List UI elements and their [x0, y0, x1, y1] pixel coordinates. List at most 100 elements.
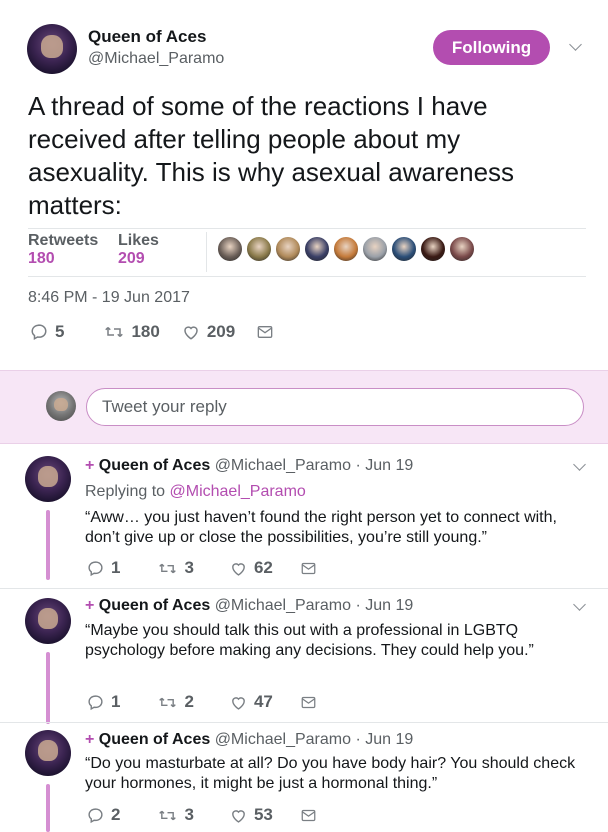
reply-author-name[interactable]: Queen of Aces — [99, 457, 210, 474]
reply-author-avatar[interactable] — [25, 730, 71, 776]
reply-button[interactable]: 2 — [87, 805, 120, 825]
tweet-timestamp[interactable]: 8:46 PM - 19 Jun 2017 — [28, 289, 190, 307]
heart-icon — [232, 696, 245, 710]
author-handle[interactable]: @Michael_Paramo — [88, 50, 224, 68]
reply-author-handle[interactable]: @Michael_Paramo — [215, 457, 351, 474]
like-button[interactable]: 53 — [230, 805, 273, 825]
reply-date[interactable]: · Jun 19 — [355, 597, 413, 614]
author-name[interactable]: Queen of Aces — [88, 27, 206, 47]
retweets-stat[interactable]: Retweets 180 — [28, 232, 98, 268]
reply-text: “Do you masturbate at all? Do you have b… — [85, 755, 576, 792]
retweet-count: 2 — [184, 692, 194, 711]
thread-line — [46, 784, 50, 832]
divider — [28, 276, 586, 277]
reply-author-avatar[interactable] — [25, 456, 71, 502]
reply-text: “Maybe you should talk this out with a p… — [85, 622, 534, 659]
like-button[interactable]: 47 — [230, 692, 273, 712]
likers-avatars — [217, 236, 478, 266]
thread-plus-icon: + — [85, 457, 95, 474]
retweet-count: 3 — [184, 558, 194, 577]
current-user-avatar — [46, 391, 76, 421]
message-icon — [257, 326, 273, 338]
reply-input[interactable] — [86, 388, 584, 426]
retweet-icon — [159, 563, 177, 573]
reply-author-name[interactable]: Queen of Aces — [99, 731, 210, 748]
thread-plus-icon: + — [85, 731, 95, 748]
reply-author-name[interactable]: Queen of Aces — [99, 597, 210, 614]
chevron-down-icon[interactable] — [569, 38, 582, 51]
reply-author-handle[interactable]: @Michael_Paramo — [215, 597, 351, 614]
liker-avatar[interactable] — [246, 236, 272, 262]
divider — [0, 588, 608, 589]
retweet-button[interactable]: 3 — [158, 805, 194, 825]
reply-button[interactable]: 5 — [30, 322, 64, 342]
thread-plus-icon: + — [85, 597, 95, 614]
thread-line — [46, 652, 50, 724]
reply-icon — [88, 694, 103, 710]
retweets-count: 180 — [28, 250, 55, 267]
reply-icon — [88, 560, 103, 576]
heart-icon — [184, 326, 198, 340]
stats-separator — [206, 232, 207, 272]
tweet-actions: 5 180 209 — [30, 322, 273, 342]
reply-author-avatar[interactable] — [25, 598, 71, 644]
retweet-icon — [159, 810, 177, 820]
retweet-icon — [105, 326, 124, 338]
message-icon — [301, 562, 316, 574]
liker-avatar[interactable] — [391, 236, 417, 262]
liker-avatar[interactable] — [420, 236, 446, 262]
message-button[interactable] — [301, 562, 316, 575]
divider — [28, 228, 586, 229]
liker-avatar[interactable] — [304, 236, 330, 262]
liker-avatar[interactable] — [275, 236, 301, 262]
reply-icon — [88, 807, 103, 823]
reply-date[interactable]: · Jun 19 — [355, 731, 413, 748]
reply-author-handle[interactable]: @Michael_Paramo — [215, 731, 351, 748]
retweet-count: 3 — [184, 805, 194, 824]
message-icon — [301, 696, 316, 708]
liker-avatar[interactable] — [333, 236, 359, 262]
message-icon — [301, 809, 316, 821]
retweet-button[interactable]: 3 — [158, 558, 194, 578]
reply-date[interactable]: · Jun 19 — [355, 457, 413, 474]
chevron-down-icon[interactable] — [573, 598, 586, 611]
reply-count: 5 — [55, 322, 65, 341]
like-count: 47 — [253, 692, 273, 711]
reply-button[interactable]: 1 — [87, 692, 120, 712]
replying-to-link[interactable]: @Michael_Paramo — [170, 483, 306, 500]
reply-icon — [31, 324, 47, 341]
like-button[interactable]: 209 — [182, 322, 235, 342]
author-avatar[interactable] — [27, 24, 77, 74]
message-button[interactable] — [257, 325, 273, 339]
retweet-button[interactable]: 180 — [104, 322, 160, 342]
retweet-button[interactable]: 2 — [158, 692, 194, 712]
divider — [0, 722, 608, 723]
reply-header: + Queen of Aces @Michael_Paramo · Jun 19 — [85, 597, 413, 615]
replying-to-label: Replying to — [85, 483, 166, 500]
reply-count: 1 — [111, 558, 121, 577]
retweet-icon — [159, 697, 177, 707]
retweets-label: Retweets — [28, 232, 99, 249]
message-button[interactable] — [301, 696, 316, 709]
reply-actions: 1 3 62 — [87, 558, 316, 578]
reply-header: + Queen of Aces @Michael_Paramo · Jun 19 — [85, 731, 413, 749]
liker-avatar[interactable] — [362, 236, 388, 262]
following-button[interactable]: Following — [433, 30, 550, 65]
tweet-text: A thread of some of the reactions I have… — [28, 91, 515, 220]
message-button[interactable] — [301, 809, 316, 822]
liker-avatar[interactable] — [217, 236, 243, 262]
reply-text: “Aww… you just haven’t found the right p… — [85, 509, 557, 546]
likes-label: Likes — [118, 232, 159, 249]
retweet-count: 180 — [131, 322, 160, 341]
like-count: 209 — [206, 322, 236, 341]
like-count: 62 — [253, 558, 273, 577]
thread-line — [46, 510, 50, 580]
liker-avatar[interactable] — [449, 236, 475, 262]
heart-icon — [232, 562, 245, 576]
heart-icon — [232, 809, 245, 823]
reply-button[interactable]: 1 — [87, 558, 120, 578]
likes-stat[interactable]: Likes 209 — [118, 232, 159, 268]
chevron-down-icon[interactable] — [573, 458, 586, 471]
replying-to: Replying to @Michael_Paramo — [85, 483, 306, 501]
like-button[interactable]: 62 — [230, 558, 273, 578]
